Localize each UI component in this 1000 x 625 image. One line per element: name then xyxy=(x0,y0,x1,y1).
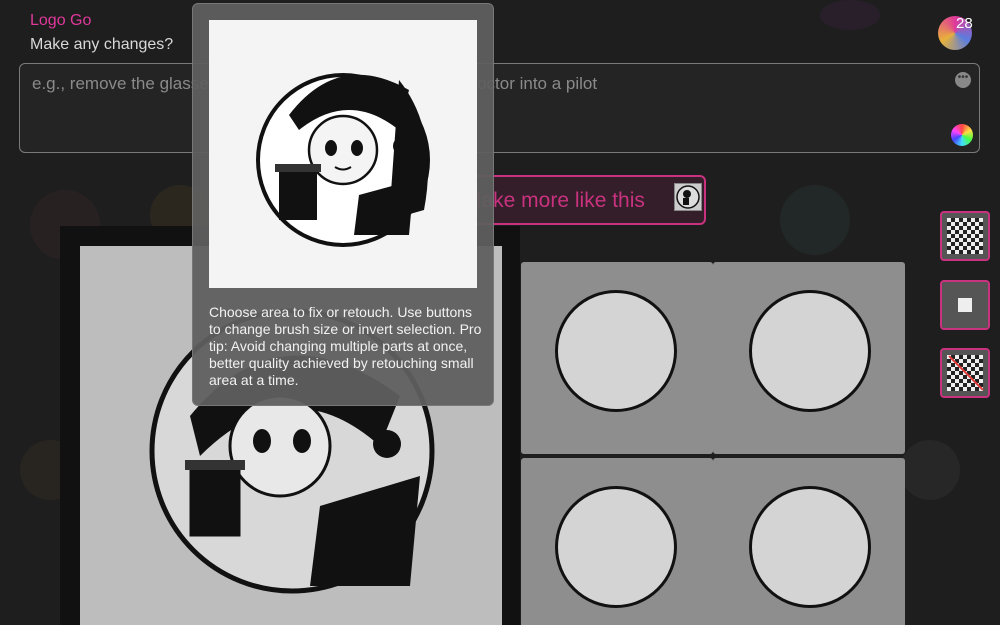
variant-logo-art xyxy=(749,290,871,412)
more-options-icon[interactable]: ••• xyxy=(955,72,971,88)
variant-logo-art xyxy=(749,486,871,608)
retouch-tooltip: Choose area to fix or retouch. Use butto… xyxy=(192,3,494,406)
invert-selection-button[interactable] xyxy=(940,348,990,398)
variant-logo-art xyxy=(555,290,677,412)
variant-logo-art xyxy=(555,486,677,608)
app-title[interactable]: Logo Go xyxy=(30,12,91,30)
checker-grid-icon xyxy=(947,218,983,254)
make-more-button[interactable]: Make more like this xyxy=(460,175,706,225)
large-brush-button[interactable] xyxy=(940,211,990,261)
prompt-label: Make any changes? xyxy=(30,36,174,53)
color-picker-icon[interactable] xyxy=(951,124,973,146)
prompt-box: ••• xyxy=(19,63,980,153)
tooltip-preview-image xyxy=(209,20,477,288)
reference-thumbnail xyxy=(674,183,702,211)
notification-count: 28 xyxy=(956,15,973,32)
small-brush-button[interactable] xyxy=(940,280,990,330)
small-square-icon xyxy=(958,298,972,312)
tooltip-text: Choose area to fix or retouch. Use butto… xyxy=(209,304,482,388)
